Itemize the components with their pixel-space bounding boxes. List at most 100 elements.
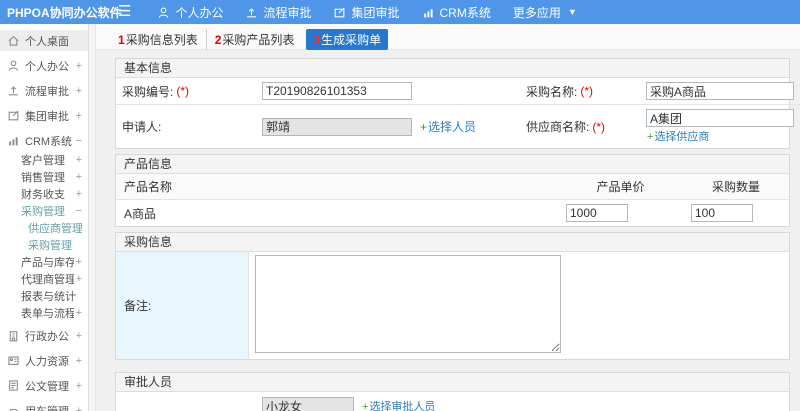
supplier-name-input[interactable] — [646, 109, 794, 127]
remark-label: 备注: — [116, 252, 249, 359]
sidebar-item-sales-mgmt[interactable]: 销售管理 + — [0, 168, 88, 185]
sidebar-nav: 个人桌面 个人办公 + 流程审批 + 集团审批 + CRM系统 − 客户管理 +… — [0, 24, 89, 411]
purchase-info-section-title: 采购信息 — [116, 233, 789, 252]
top-menu: 个人办公 流程审批 集团审批 CRM系统 更多应用 ▼ — [157, 4, 577, 21]
col-product-price: 产品单价 — [558, 174, 683, 200]
select-approver-link[interactable]: +选择审批人员 — [362, 398, 435, 411]
expand-toggle[interactable]: + — [74, 110, 82, 122]
sidebar-item-product-inventory[interactable]: 产品与库存 + — [0, 253, 88, 270]
expand-toggle[interactable]: + — [74, 60, 82, 72]
sidebar-item-admin-office[interactable]: 行政办公 + — [0, 325, 88, 346]
basic-info-section-title: 基本信息 — [116, 59, 789, 78]
sidebar-item-vehicle-mgmt[interactable]: 用车管理 + — [0, 400, 88, 411]
purchase-order-form: 基本信息 采购编号:(*) 采购名称:(*) 申请人: — [96, 50, 800, 411]
select-supplier-link[interactable]: +选择供应商 — [647, 128, 709, 144]
select-person-link[interactable]: +选择人员 — [420, 118, 476, 135]
home-icon — [7, 34, 20, 47]
product-info-section: 产品信息 产品名称 产品单价 采购数量 A商品 — [115, 154, 790, 227]
expand-toggle[interactable]: + — [74, 188, 82, 200]
hamburger-menu-icon[interactable]: ☰ — [118, 0, 131, 24]
top-bar: PHPOA协同办公软件 ☰ 个人办公 流程审批 集团审批 CRM系统 更多应用 … — [0, 0, 800, 24]
user-icon — [157, 6, 170, 19]
expand-toggle[interactable]: + — [74, 273, 82, 285]
plus-icon: + — [420, 120, 428, 134]
bar-chart-icon — [7, 134, 20, 147]
expand-toggle[interactable]: + — [74, 154, 82, 166]
expand-toggle[interactable]: + — [74, 405, 82, 411]
applicant-label: 申请人: — [122, 120, 162, 134]
flow-upload-icon — [245, 6, 258, 19]
id-card-icon — [7, 354, 20, 367]
purchase-no-input[interactable] — [262, 82, 412, 100]
sidebar-scrollbar[interactable] — [89, 24, 96, 411]
plus-icon: + — [362, 401, 369, 411]
purchase-no-label: 采购编号: (*) — [116, 78, 256, 105]
top-menu-crm-system[interactable]: CRM系统 — [422, 4, 491, 21]
sidebar-item-group-approval[interactable]: 集团审批 + — [0, 105, 88, 126]
sidebar-item-purchase-mgmt-group[interactable]: 采购管理 − — [0, 202, 88, 219]
top-menu-group-approval[interactable]: 集团审批 — [333, 4, 400, 21]
basic-info-section: 基本信息 采购编号:(*) 采购名称:(*) 申请人: — [115, 58, 800, 149]
tab-generate-purchase-order[interactable]: 3 生成采购单 — [306, 29, 389, 50]
expand-toggle[interactable]: + — [74, 380, 82, 392]
expand-toggle[interactable]: + — [74, 330, 82, 342]
sidebar-item-personal-office[interactable]: 个人办公 + — [0, 55, 88, 76]
product-table-header: 产品名称 产品单价 采购数量 — [116, 174, 789, 200]
top-menu-more-apps[interactable]: 更多应用 ▼ — [513, 4, 577, 21]
col-product-name: 产品名称 — [116, 174, 558, 200]
collapse-toggle[interactable]: − — [74, 205, 82, 217]
approval-section: 审批人员 设置审批人员:(*) +选择审批人员 提醒审批人员: 短消息 — [115, 372, 790, 411]
plus-icon: + — [647, 131, 654, 143]
col-purchase-qty: 采购数量 — [683, 174, 789, 200]
purchase-name-input[interactable] — [646, 82, 794, 100]
collapse-toggle[interactable]: − — [74, 135, 82, 147]
building-icon — [7, 329, 20, 342]
product-name-cell: A商品 — [124, 206, 157, 221]
flow-upload-icon — [7, 84, 20, 97]
app-logo: PHPOA协同办公软件 — [7, 5, 122, 20]
edit-icon — [333, 6, 346, 19]
main-content: 1 采购信息列表 2 采购产品列表 3 生成采购单 基本信息 采购编号:(*) — [96, 24, 800, 411]
tab-purchase-product-list[interactable]: 2 采购产品列表 — [207, 29, 303, 50]
set-approver-label: 设置审批人员:(*) — [116, 392, 256, 411]
sidebar-item-form-process-settings[interactable]: 表单与流程设置 + — [0, 304, 88, 321]
edit-icon — [7, 109, 20, 122]
expand-toggle[interactable]: + — [74, 171, 82, 183]
purchase-qty-input[interactable] — [691, 204, 753, 222]
tab-purchase-info-list[interactable]: 1 采购信息列表 — [110, 29, 207, 50]
expand-toggle[interactable]: + — [74, 355, 82, 367]
purchase-name-label: 采购名称: (*) — [520, 78, 640, 105]
required-mark: (*) — [580, 84, 594, 98]
top-menu-process-approval[interactable]: 流程审批 — [245, 4, 311, 21]
required-mark: (*) — [592, 119, 606, 134]
sidebar-item-purchase-mgmt[interactable]: 采购管理 — [0, 236, 88, 253]
expand-toggle[interactable]: + — [74, 307, 82, 319]
document-icon — [7, 379, 20, 392]
approver-input[interactable] — [262, 397, 354, 411]
sidebar-item-agent-mgmt[interactable]: 代理商管理 + — [0, 270, 88, 287]
step-tab-bar: 1 采购信息列表 2 采购产品列表 3 生成采购单 — [96, 24, 800, 50]
car-icon — [7, 404, 20, 411]
sidebar-item-finance[interactable]: 财务收支 + — [0, 185, 88, 202]
supplier-name-label: 供应商名称: (*) — [526, 119, 606, 135]
sidebar-item-supplier-mgmt[interactable]: 供应商管理 — [0, 219, 88, 236]
remark-textarea[interactable] — [255, 255, 561, 353]
bar-chart-icon — [422, 6, 435, 19]
sidebar-item-crm-system[interactable]: CRM系统 − — [0, 130, 88, 151]
caret-down-icon: ▼ — [567, 7, 577, 17]
sidebar-item-reports-stats[interactable]: 报表与统计 — [0, 287, 88, 304]
applicant-input[interactable] — [262, 117, 412, 136]
product-table-row: A商品 — [116, 200, 789, 226]
approval-section-title: 审批人员 — [116, 373, 789, 392]
sidebar-item-hr[interactable]: 人力资源 + — [0, 350, 88, 371]
sidebar-item-personal-desktop[interactable]: 个人桌面 — [0, 30, 88, 51]
product-info-section-title: 产品信息 — [116, 155, 789, 174]
sidebar-item-process-approval[interactable]: 流程审批 + — [0, 80, 88, 101]
sidebar-item-customer-mgmt[interactable]: 客户管理 + — [0, 151, 88, 168]
expand-toggle[interactable]: + — [74, 85, 82, 97]
product-price-input[interactable] — [566, 204, 628, 222]
purchase-info-section: 采购信息 备注: — [115, 232, 790, 360]
expand-toggle[interactable]: + — [74, 256, 82, 268]
sidebar-item-document-mgmt[interactable]: 公文管理 + — [0, 375, 88, 396]
top-menu-personal-office[interactable]: 个人办公 — [157, 4, 223, 21]
